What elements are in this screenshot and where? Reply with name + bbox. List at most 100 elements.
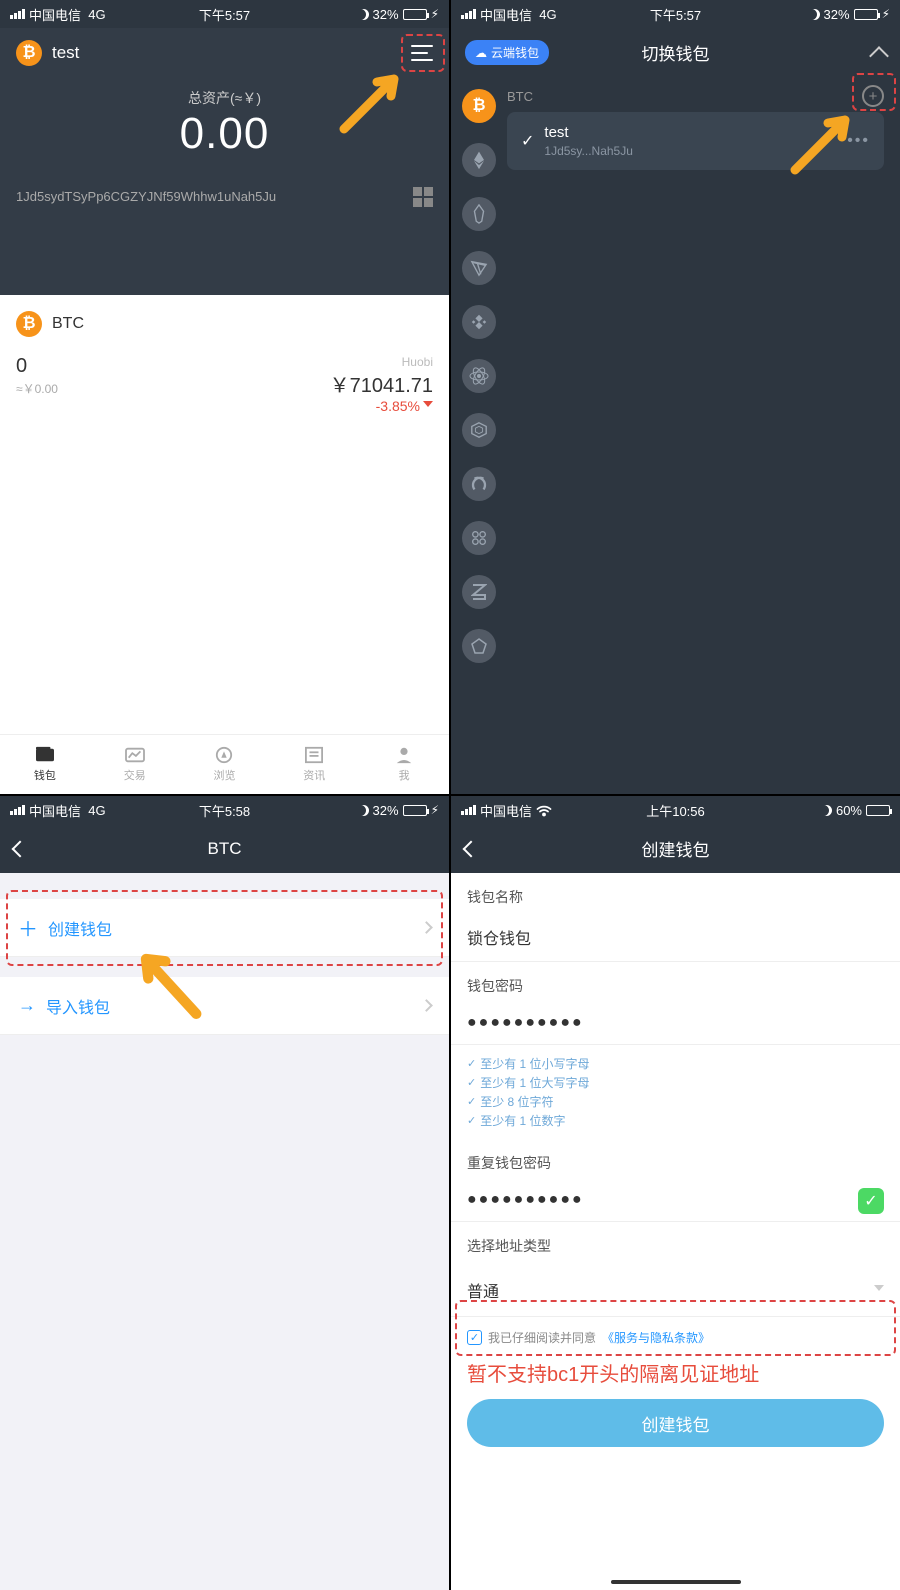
signal-icon <box>10 9 25 19</box>
moon-icon <box>358 805 369 816</box>
collapse-icon[interactable] <box>869 46 889 66</box>
qr-icon[interactable] <box>413 187 433 207</box>
back-button[interactable] <box>12 840 29 857</box>
agree-text: 我已仔细阅读并同意 <box>488 1329 596 1346</box>
time-label: 下午5:58 <box>199 801 250 820</box>
status-bar: 中国电信 上午10:56 60% <box>451 796 900 824</box>
tab-me[interactable]: 我 <box>359 735 449 794</box>
tab-news[interactable]: 资讯 <box>269 735 359 794</box>
sidebar-item-zil[interactable] <box>462 575 496 609</box>
addr-type-select[interactable]: 普通 <box>451 1264 900 1317</box>
warning-text: 暂不支持bc1开头的隔离见证地址 <box>451 1358 900 1393</box>
pwd-rule: 至少有 1 位小写字母 <box>467 1055 884 1072</box>
status-bar: 中国电信 4G 下午5:57 32% ⚡︎ <box>0 0 449 28</box>
battery-icon <box>403 805 427 816</box>
trade-icon <box>124 746 146 764</box>
coin-fiat: ≈￥0.00 <box>16 380 58 397</box>
back-button[interactable] <box>463 840 480 857</box>
chevron-right-icon <box>420 999 433 1012</box>
battery-pct: 32% <box>373 803 399 818</box>
signal-icon <box>10 805 25 815</box>
sidebar-item-chain[interactable] <box>462 521 496 555</box>
sidebar-item-iost[interactable] <box>462 413 496 447</box>
signal-icon <box>461 805 476 815</box>
pwd-input[interactable]: ●●●●●●●●●● <box>451 1004 900 1045</box>
match-check-icon: ✓ <box>858 1188 884 1214</box>
moon-icon <box>821 805 832 816</box>
signal-icon <box>461 9 476 19</box>
agree-row[interactable]: ✓ 我已仔细阅读并同意 《服务与隐私条款》 <box>451 1317 900 1358</box>
cloud-wallet-pill[interactable]: ☁ 云端钱包 <box>465 40 549 65</box>
sidebar-item-ont[interactable] <box>462 467 496 501</box>
page-title: 创建钱包 <box>642 836 710 861</box>
network-label: 4G <box>539 7 556 22</box>
price-source: Huobi <box>330 355 433 369</box>
chain-sidebar: ₿ <box>451 77 507 791</box>
create-button[interactable]: 创建钱包 <box>467 1399 884 1447</box>
chevron-right-icon <box>420 921 433 934</box>
status-bar: 中国电信 4G 下午5:57 32% ⚡︎ <box>451 0 900 28</box>
bitcoin-icon: ₿ <box>16 40 42 66</box>
annotation-arrow <box>339 64 409 134</box>
import-icon: → <box>18 995 36 1016</box>
network-label: 4G <box>88 7 105 22</box>
charging-icon: ⚡︎ <box>882 7 890 21</box>
name-input[interactable]: 锁仓钱包 <box>451 915 900 962</box>
coin-amount: 0 <box>16 355 58 378</box>
coin-name[interactable]: BTC <box>52 315 84 333</box>
battery-pct: 32% <box>373 7 399 22</box>
repeat-pwd-input[interactable]: ●●●●●●●●●● <box>451 1181 858 1221</box>
carrier-label: 中国电信 <box>480 5 532 24</box>
home-indicator[interactable] <box>611 1580 741 1584</box>
sidebar-item-eos[interactable] <box>462 197 496 231</box>
import-wallet-button[interactable]: → 导入钱包 <box>0 977 449 1035</box>
tab-wallet[interactable]: 钱包 <box>0 735 90 794</box>
battery-pct: 60% <box>836 803 862 818</box>
terms-link[interactable]: 《服务与隐私条款》 <box>602 1329 710 1346</box>
tab-trade[interactable]: 交易 <box>90 735 180 794</box>
wallet-icon <box>34 746 56 764</box>
pwd-rule: 至少 8 位字符 <box>467 1093 884 1110</box>
bitcoin-icon: ₿ <box>16 311 42 337</box>
sidebar-item-bnb[interactable] <box>462 305 496 339</box>
check-icon: ✓ <box>521 131 534 151</box>
checkbox-icon[interactable]: ✓ <box>467 1330 482 1345</box>
charging-icon: ⚡︎ <box>431 803 439 817</box>
down-caret-icon <box>423 401 433 412</box>
sidebar-item-trx[interactable] <box>462 251 496 285</box>
page-title: BTC <box>208 839 242 859</box>
pwd-rule: 至少有 1 位数字 <box>467 1112 884 1129</box>
battery-pct: 32% <box>824 7 850 22</box>
sidebar-item-eth[interactable] <box>462 143 496 177</box>
addr-type-value: 普通 <box>467 1278 499 1302</box>
wallet-name: test <box>52 43 79 63</box>
sidebar-item-more[interactable] <box>462 629 496 663</box>
annotation-arrow <box>790 105 860 175</box>
name-label: 钱包名称 <box>451 873 900 915</box>
wifi-icon <box>536 804 552 817</box>
addr-type-label: 选择地址类型 <box>451 1222 900 1264</box>
moon-icon <box>809 9 820 20</box>
news-icon <box>303 746 325 764</box>
carrier-label: 中国电信 <box>29 5 81 24</box>
battery-icon <box>866 805 890 816</box>
time-label: 上午10:56 <box>646 801 705 820</box>
create-wallet-label: 创建钱包 <box>48 916 112 940</box>
pwd-label: 钱包密码 <box>451 962 900 1004</box>
charging-icon: ⚡︎ <box>431 7 439 21</box>
moon-icon <box>358 9 369 20</box>
battery-icon <box>403 9 427 20</box>
create-wallet-button[interactable]: ＋ 创建钱包 <box>0 899 449 957</box>
time-label: 下午5:57 <box>199 5 250 24</box>
annotation-arrow <box>130 943 210 1023</box>
repeat-pwd-label: 重复钱包密码 <box>451 1139 900 1181</box>
wallet-address[interactable]: 1Jd5sydTSyPp6CGZYJNf59Whhw1uNah5Ju <box>16 189 276 204</box>
tab-browse[interactable]: 浏览 <box>180 735 270 794</box>
coin-price: ￥71041.71 <box>330 369 433 398</box>
page-title: 切换钱包 <box>642 40 710 65</box>
pwd-rule: 至少有 1 位大写字母 <box>467 1074 884 1091</box>
sidebar-item-atom[interactable] <box>462 359 496 393</box>
menu-button[interactable] <box>411 45 433 61</box>
add-wallet-button[interactable]: + <box>862 85 884 107</box>
sidebar-item-btc[interactable]: ₿ <box>462 89 496 123</box>
